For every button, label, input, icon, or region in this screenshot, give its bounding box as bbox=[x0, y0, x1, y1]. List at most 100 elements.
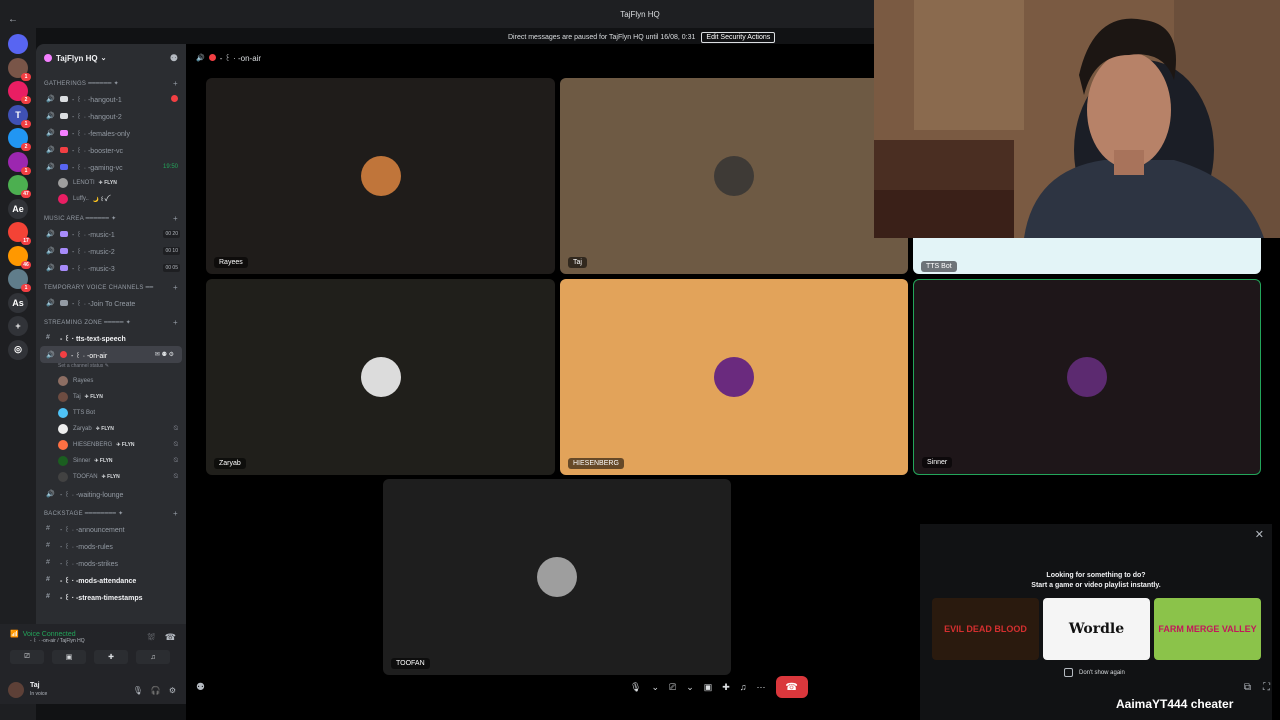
category-backstage[interactable]: BACKSTAGE ━━━━━━━━ ✦ + bbox=[36, 506, 186, 520]
channel-waiting-lounge[interactable]: 🔊 - ꒰ · -waiting-lounge bbox=[36, 485, 186, 502]
voice-channel[interactable]: 🔊 - ꒰ · -females-only bbox=[36, 124, 186, 141]
text-channel[interactable]: # - ꒰ · -mods-attendance bbox=[36, 571, 186, 588]
server-icon[interactable]: 1 bbox=[8, 269, 31, 292]
server-icon[interactable]: 2 bbox=[8, 128, 31, 151]
text-channel[interactable]: # - ꒰ · -announcement bbox=[36, 520, 186, 537]
channel-label: - ꒰ · tts-text-speech bbox=[60, 335, 126, 343]
server-icon[interactable]: 46 bbox=[8, 245, 31, 269]
more-icon[interactable]: ⋯ bbox=[757, 682, 766, 693]
video-tile[interactable]: Rayees bbox=[206, 78, 555, 274]
voice-channel[interactable]: 🔊 - ꒰ · -gaming-vc 19:50 bbox=[36, 158, 186, 175]
chevron-down-icon[interactable]: ⌄ bbox=[686, 682, 694, 693]
close-icon[interactable]: ✕ bbox=[1255, 528, 1264, 541]
add-channel-icon[interactable]: + bbox=[173, 318, 178, 327]
add-channel-icon[interactable]: + bbox=[173, 509, 178, 518]
channel-on-air[interactable]: 🔊 - ꒰ · -on-air ✉ ⚉ ⚙ bbox=[40, 346, 182, 363]
voice-user[interactable]: TOOFAN ✈ FLYN ⍉ bbox=[36, 469, 186, 485]
voice-user[interactable]: Taj ✈ FLYN bbox=[36, 389, 186, 405]
server-icon[interactable] bbox=[8, 34, 28, 54]
camera-button[interactable]: ⎚ bbox=[10, 650, 44, 664]
avatar bbox=[58, 178, 68, 188]
dont-show-again-checkbox[interactable]: Don't show again bbox=[1064, 668, 1125, 677]
server-icon[interactable]: 1 bbox=[8, 151, 31, 175]
text-channel[interactable]: # - ꒰ · -mods-strikes bbox=[36, 554, 186, 571]
voice-user[interactable]: Zaryab ✈ FLYN ⍉ bbox=[36, 421, 186, 437]
activity-card[interactable]: Wordle bbox=[1043, 598, 1150, 660]
server-icon[interactable]: + bbox=[8, 316, 28, 336]
screen-share-icon[interactable]: ▣ bbox=[704, 682, 713, 693]
microphone-icon[interactable]: 🎙 bbox=[630, 682, 641, 693]
video-tile[interactable]: Taj bbox=[560, 78, 908, 274]
server-icon[interactable]: 2 bbox=[8, 81, 31, 104]
activities-icon[interactable]: ✚ bbox=[722, 682, 730, 693]
server-icon[interactable]: 1 bbox=[8, 57, 31, 81]
pop-out-icon[interactable]: ⧉ bbox=[1244, 682, 1251, 693]
voice-channel[interactable]: 🔊 - ꒰ · -Join To Create bbox=[36, 294, 186, 311]
category-gatherings[interactable]: GATHERINGS ━━━━━━ ✦ + bbox=[36, 76, 186, 90]
voice-channel[interactable]: 🔊 - ꒰ · -music-2 00 10 bbox=[36, 242, 186, 259]
voice-user[interactable]: HIESENBERG ✈ FLYN ⍉ bbox=[36, 437, 186, 453]
voice-channel[interactable]: 🔊 - ꒰ · -music-1 00 20 bbox=[36, 225, 186, 242]
guild-tag: ✈ FLYN bbox=[94, 458, 113, 464]
server-icon[interactable]: As bbox=[8, 292, 28, 313]
headphones-icon[interactable]: 🎧 bbox=[151, 686, 161, 695]
category-temp[interactable]: TEMPORARY VOICE CHANNELS ━━ + bbox=[36, 280, 186, 294]
activities-icon: ✚ bbox=[108, 654, 114, 661]
voice-channel[interactable]: 🔊 - ꒰ · -music-3 00 05 bbox=[36, 259, 186, 276]
channel-emoji-icon bbox=[60, 146, 68, 153]
text-channel[interactable]: # - ꒰ · -mods-rules bbox=[36, 537, 186, 554]
user-name[interactable]: Taj In voice bbox=[30, 682, 47, 698]
voice-user[interactable]: TTS Bot bbox=[36, 405, 186, 421]
voice-channel[interactable]: 🔊 - ꒰ · -hangout-1 bbox=[36, 90, 186, 107]
noise-suppression-icon[interactable]: ⛆ bbox=[148, 632, 155, 643]
voice-user[interactable]: Luffy.. 🌙 ꒰ꪜ bbox=[36, 191, 186, 207]
voice-user[interactable]: LENOTI ✈ FLYN bbox=[36, 175, 186, 191]
avatar bbox=[360, 357, 401, 397]
voice-channel[interactable]: 🔊 - ꒰ · -booster-vc bbox=[36, 141, 186, 158]
speaker-icon: 🔊 bbox=[46, 112, 55, 120]
add-channel-icon[interactable]: + bbox=[173, 283, 178, 292]
edit-security-actions-button[interactable]: Edit Security Actions bbox=[701, 31, 776, 43]
fullscreen-icon[interactable]: ⛶ bbox=[1263, 682, 1270, 693]
chevron-down-icon[interactable]: ⌄ bbox=[651, 682, 659, 693]
gear-icon[interactable]: ⚙ bbox=[169, 686, 176, 695]
channel-tts-text-speech[interactable]: # - ꒰ · tts-text-speech bbox=[36, 329, 186, 346]
live-badge bbox=[171, 95, 178, 102]
category-music[interactable]: MUSIC AREA ━━━━━━ ✦ + bbox=[36, 211, 186, 225]
text-channel[interactable]: # - ꒰ · -stream-timestamps bbox=[36, 588, 186, 605]
camera-off-icon[interactable]: ⎚ bbox=[669, 682, 676, 693]
channel-emoji-icon bbox=[60, 112, 68, 119]
guild-header[interactable]: TajFlyn HQ ⌄ ⚉ bbox=[36, 44, 186, 72]
disconnect-button[interactable]: ☎ bbox=[775, 676, 808, 698]
avatar[interactable] bbox=[8, 682, 24, 698]
add-member-icon[interactable]: ⚉ bbox=[170, 53, 178, 64]
category-streaming[interactable]: STREAMING ZONE ━━━━━ ✦ + bbox=[36, 315, 186, 329]
server-icon[interactable]: T1 bbox=[8, 104, 31, 128]
activity-card[interactable]: EVIL DEAD BLOOD bbox=[932, 598, 1039, 660]
channel-status[interactable]: Set a channel status ✎ bbox=[36, 363, 186, 373]
arrow-left-icon[interactable]: ← bbox=[8, 14, 18, 25]
video-tile[interactable]: Sinner bbox=[913, 279, 1261, 475]
popout-icon[interactable]: ⚉ bbox=[196, 682, 205, 693]
screen-share-button[interactable]: ▣ bbox=[52, 650, 86, 664]
video-tile[interactable]: TOOFAN bbox=[383, 479, 731, 675]
voice-user[interactable]: Rayees bbox=[36, 373, 186, 389]
server-icon[interactable]: 47 bbox=[8, 175, 31, 198]
video-tile[interactable]: Zaryab bbox=[206, 279, 555, 475]
server-icon[interactable]: 17 bbox=[8, 222, 31, 245]
soundboard-button[interactable]: ♫ bbox=[136, 650, 170, 664]
user-panel: Taj In voice 🎙 🎧 ⚙ bbox=[0, 676, 186, 704]
soundboard-icon[interactable]: ♫ bbox=[740, 682, 747, 692]
disconnect-icon[interactable]: ☎ bbox=[165, 632, 176, 643]
server-icon[interactable]: ◎ bbox=[8, 339, 28, 360]
activity-card[interactable]: FARM MERGE VALLEY bbox=[1154, 598, 1261, 660]
voice-user[interactable]: Sinner ✈ FLYN ⍉ bbox=[36, 453, 186, 469]
server-icon[interactable]: Ae bbox=[8, 198, 28, 219]
activities-button[interactable]: ✚ bbox=[94, 650, 128, 664]
add-channel-icon[interactable]: + bbox=[173, 214, 178, 223]
video-tile[interactable]: HIESENBERG bbox=[560, 279, 908, 475]
channel-actions-icons[interactable]: ✉ ⚉ ⚙ bbox=[155, 351, 174, 358]
voice-channel[interactable]: 🔊 - ꒰ · -hangout-2 bbox=[36, 107, 186, 124]
microphone-icon[interactable]: 🎙 bbox=[133, 686, 143, 695]
add-channel-icon[interactable]: + bbox=[173, 79, 178, 88]
